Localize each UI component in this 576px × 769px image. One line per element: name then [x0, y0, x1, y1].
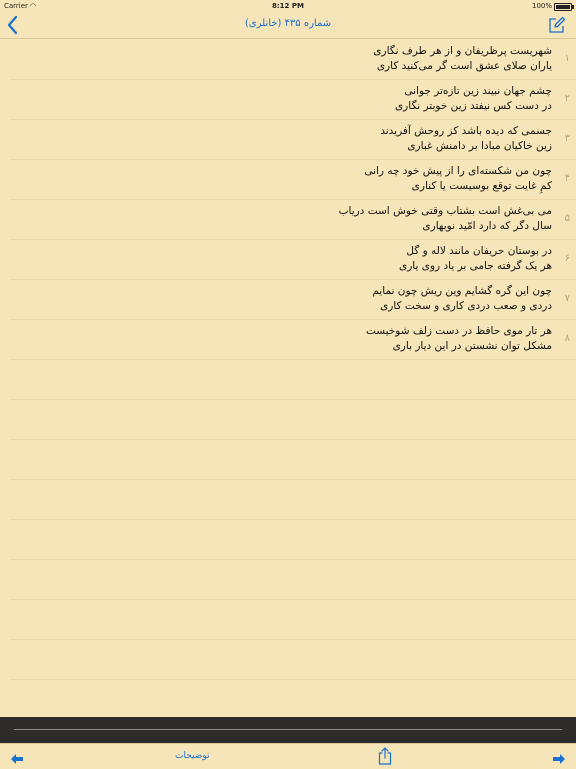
verse-number: ۸: [564, 333, 570, 344]
verse-number: ۴: [564, 173, 570, 184]
audio-scrubber-bar: [0, 717, 576, 743]
battery-percent: 100%: [531, 2, 552, 10]
verse-line: مشکل توان نشستن در این دیار باری: [392, 340, 552, 352]
poem-row[interactable]: چون من شکسته‌ای را از پیش خود چه رانی کمِ…: [10, 159, 576, 200]
arrow-right-icon[interactable]: [552, 750, 566, 764]
verse-text: در بوستان حریفان مانند لاله و گل هر یک گر…: [399, 244, 552, 274]
verse-line: یاران صلای عشق است گر می‌کنید کاری: [376, 60, 552, 72]
verse-line: دردی و صعب دردی کاری و سخت کاری: [380, 300, 552, 312]
status-time: 8:12 PM: [272, 2, 304, 10]
notes-button[interactable]: توضیحات: [175, 751, 210, 761]
poem-row[interactable]: جسمی که دیده باشد کز روحش آفریدند زین خاک…: [10, 119, 576, 160]
verse-number: ۶: [564, 253, 570, 264]
empty-row: [10, 559, 576, 600]
verse-number: ۲: [564, 93, 570, 104]
verse-line: سال دگر که دارد امّید نوبهاری: [422, 220, 552, 232]
poem-row[interactable]: در بوستان حریفان مانند لاله و گل هر یک گر…: [10, 239, 576, 280]
verse-line: در دست کس نیفتد زین خوبتر نگاری: [394, 100, 552, 112]
verse-text: شهریست پرظریفان و از هر طرف نگاری یاران ص…: [373, 44, 552, 74]
verse-text: جسمی که دیده باشد کز روحش آفریدند زین خاک…: [380, 124, 552, 154]
empty-row: [10, 359, 576, 400]
verse-line: زین خاکیان مبادا بر دامنش غباری: [407, 140, 552, 152]
verse-text: می بی‌غش است بشتاب وقتی خوش است دریاب سال…: [339, 204, 552, 234]
verse-text: چون من شکسته‌ای را از پیش خود چه رانی کمِ…: [364, 164, 552, 194]
verse-line: چون این گره گشایم وین ریش چون نمایم: [372, 285, 552, 297]
verse-number: ۷: [564, 293, 570, 304]
verse-line: هر تار موی حافظ در دست زلف شوخیست: [365, 325, 552, 337]
verse-line: هر یک گرفته جامی بر یاد روی یاری: [399, 260, 552, 272]
empty-row: [10, 519, 576, 560]
verse-number: ۵: [564, 213, 570, 224]
compose-icon[interactable]: [548, 16, 566, 34]
bottom-toolbar: توضیحات: [0, 743, 576, 769]
verse-text: چون این گره گشایم وین ریش چون نمایم دردی …: [372, 284, 552, 314]
arrow-left-icon[interactable]: [10, 750, 24, 764]
status-bar: Carrier ◠ 8:12 PM 100%: [0, 0, 576, 12]
poem-row[interactable]: هر تار موی حافظ در دست زلف شوخیست مشکل تو…: [10, 319, 576, 360]
page-title: شماره ۴۳۵ (خانلری): [244, 18, 332, 29]
verse-line: در بوستان حریفان مانند لاله و گل: [406, 245, 552, 257]
empty-row: [10, 439, 576, 480]
poem-row[interactable]: می بی‌غش است بشتاب وقتی خوش است دریاب سال…: [10, 199, 576, 240]
poem-row[interactable]: چون این گره گشایم وین ریش چون نمایم دردی …: [10, 279, 576, 320]
verse-line: چشم جهان نبیند زین تازه‌تر جوانی: [404, 85, 552, 97]
share-icon[interactable]: [378, 747, 392, 765]
empty-row: [10, 679, 576, 720]
verse-line: چون من شکسته‌ای را از پیش خود چه رانی: [364, 165, 552, 177]
scrubber-track[interactable]: [14, 729, 562, 730]
verse-number: ۱: [564, 53, 570, 64]
verse-line: جسمی که دیده باشد کز روحش آفریدند: [380, 125, 552, 137]
empty-row: [10, 639, 576, 680]
verse-line: می بی‌غش است بشتاب وقتی خوش است دریاب: [338, 205, 552, 217]
empty-row: [10, 399, 576, 440]
empty-row: [10, 599, 576, 640]
empty-row: [10, 479, 576, 520]
poem-list: شهریست پرظریفان و از هر طرف نگاری یاران ص…: [0, 39, 576, 720]
poem-row[interactable]: چشم جهان نبیند زین تازه‌تر جوانی در دست ک…: [10, 79, 576, 120]
verse-line: کمِ غایت توقع بوسیست یا کناری: [411, 180, 552, 192]
verse-line: شهریست پرظریفان و از هر طرف نگاری: [373, 45, 552, 57]
battery-icon: [554, 3, 574, 11]
verse-text: چشم جهان نبیند زین تازه‌تر جوانی در دست ک…: [395, 84, 552, 114]
nav-bar: شماره ۴۳۵ (خانلری): [0, 12, 576, 39]
verse-text: هر تار موی حافظ در دست زلف شوخیست مشکل تو…: [366, 324, 552, 354]
verse-number: ۳: [564, 133, 570, 144]
poem-row[interactable]: شهریست پرظریفان و از هر طرف نگاری یاران ص…: [10, 39, 576, 80]
